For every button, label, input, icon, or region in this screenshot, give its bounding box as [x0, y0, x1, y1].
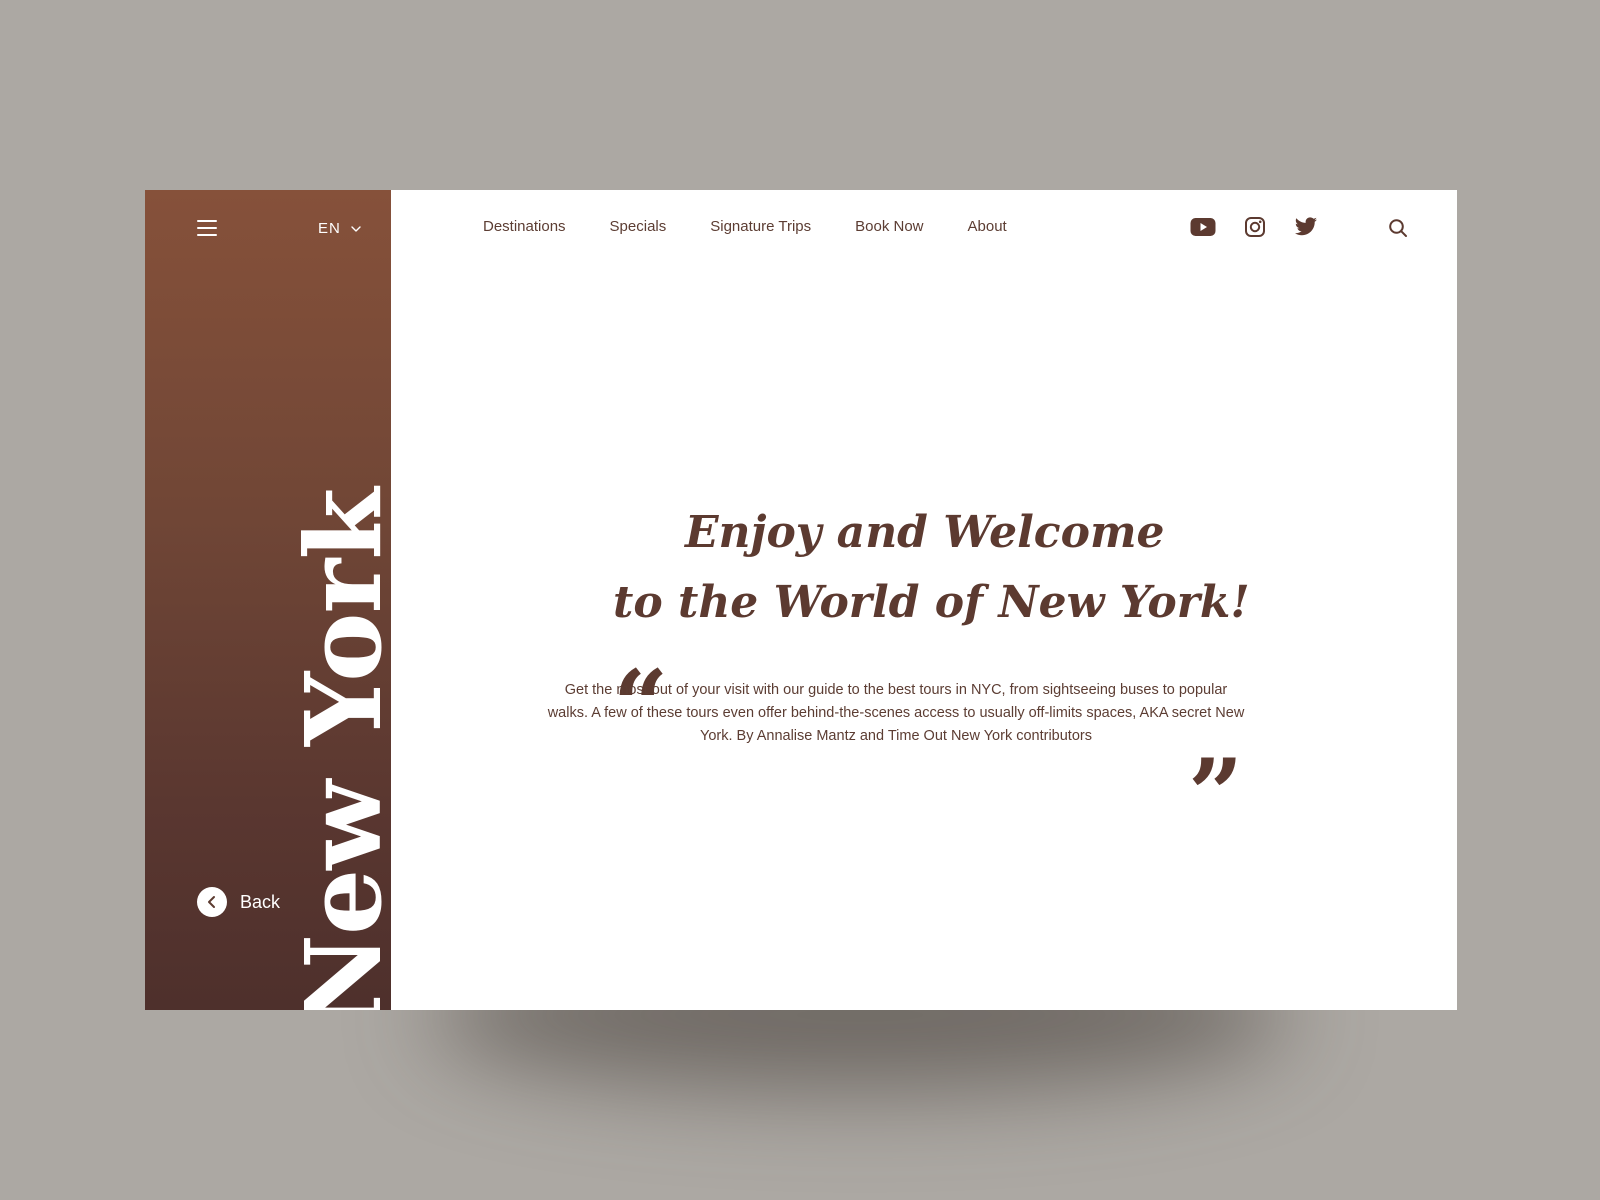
headline-line-1: Enjoy and Welcome [685, 507, 1165, 558]
chevron-down-icon [351, 225, 361, 232]
nav-book-now[interactable]: Book Now [855, 218, 923, 235]
vertical-city-title: New York [282, 488, 391, 1010]
quote-close-mark: ” [1188, 738, 1244, 851]
instagram-icon[interactable] [1244, 216, 1266, 238]
nav-signature-trips[interactable]: Signature Trips [710, 218, 811, 235]
menu-icon[interactable] [197, 220, 217, 236]
nav-specials[interactable]: Specials [610, 218, 667, 235]
back-label: Back [240, 891, 281, 912]
hero-headline: Enjoy and Welcome to the World of New Yo… [613, 498, 1253, 638]
twitter-icon[interactable] [1294, 217, 1318, 237]
language-label: EN [318, 220, 341, 237]
main-content: Destinations Specials Signature Trips Bo… [391, 190, 1457, 1010]
page-card: EN New York Back Destinations Specials S… [145, 190, 1457, 1010]
language-selector[interactable]: EN [318, 220, 361, 237]
headline-line-2: to the World of New York! [613, 577, 1250, 628]
top-nav: Destinations Specials Signature Trips Bo… [483, 218, 1007, 235]
hero-description: Get the most out of your visit with our … [547, 682, 1245, 744]
chevron-left-icon [197, 887, 227, 917]
social-links [1190, 216, 1318, 238]
nav-destinations[interactable]: Destinations [483, 218, 566, 235]
stage: EN New York Back Destinations Specials S… [0, 0, 1600, 1200]
back-button[interactable]: Back [197, 887, 280, 917]
sidebar: EN New York Back [145, 190, 391, 1010]
nav-about[interactable]: About [968, 218, 1007, 235]
youtube-icon[interactable] [1190, 217, 1216, 237]
search-icon[interactable] [1388, 218, 1408, 238]
